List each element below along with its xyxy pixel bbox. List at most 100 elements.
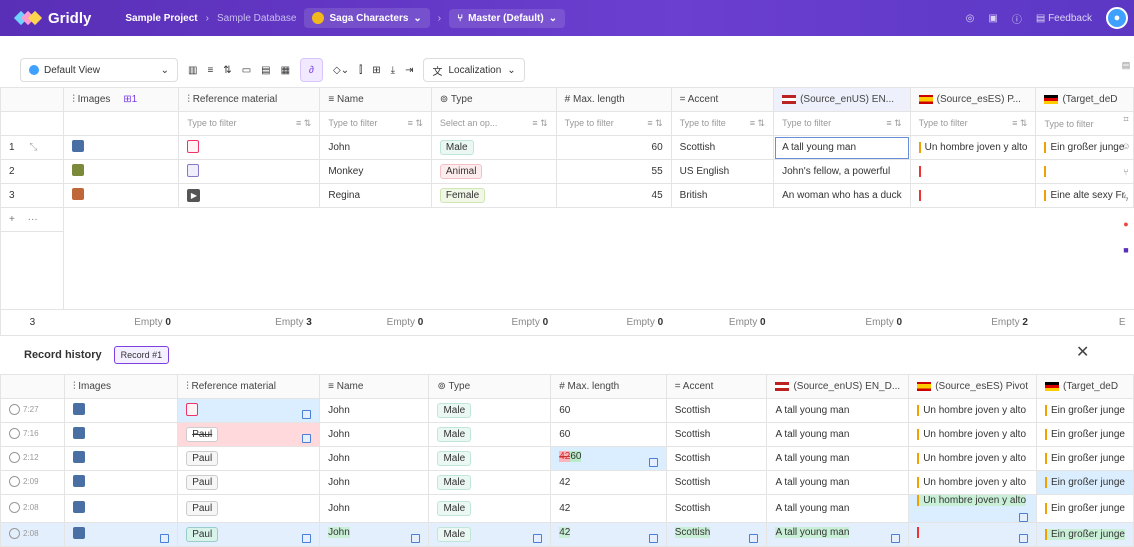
table-row[interactable]: 1 ⤡ John Male 60 Scottish A tall young m… (0, 135, 1134, 160)
cell-en[interactable]: John's fellow, a powerful (773, 159, 911, 184)
cell-en[interactable]: An woman who has a duck (773, 183, 911, 208)
filter-input[interactable]: Type to filter (328, 118, 377, 129)
table-row[interactable]: 2 Monkey Animal 55 US English John's fel… (0, 159, 1134, 184)
image-thumbnail[interactable] (72, 451, 85, 463)
filter-input[interactable]: Type to filter (919, 118, 968, 129)
filter-sort-icon[interactable]: ≡ ⇅ (750, 118, 765, 129)
user-avatar[interactable]: ● (1106, 7, 1128, 29)
column-width-icon[interactable]: ⫿ (359, 65, 362, 76)
cell-de[interactable]: Eine alte sexy Fr (1035, 183, 1134, 208)
cell-maxlength[interactable]: 60 (555, 135, 672, 160)
image-thumbnail[interactable] (72, 140, 85, 152)
localization-button[interactable]: 文 Localization ⌄ (423, 58, 525, 82)
cell-type[interactable]: Animal (430, 159, 557, 184)
column-header-es[interactable]: (Source_esES) P... (909, 87, 1037, 112)
close-icon[interactable]: ✕ (1076, 342, 1089, 362)
feedback-button[interactable]: ▤ Feedback (1036, 13, 1092, 24)
filter-sort-icon[interactable]: ≡ ⇅ (408, 118, 423, 129)
cell-es[interactable] (909, 183, 1037, 208)
branch-selector[interactable]: ⑂ Master (Default) ⌄ (449, 8, 566, 28)
download-icon[interactable]: ⤓ (391, 65, 395, 76)
cell-es[interactable]: Un hombre joven y alto (909, 135, 1037, 160)
column-header-en[interactable]: (Source_enUS) EN... (773, 87, 911, 112)
filter-sort-icon[interactable]: ≡ ⇅ (1012, 118, 1027, 129)
history-row[interactable]: 7:27 John Male 60 Scottish A tall young … (0, 398, 1134, 423)
link-tool-button[interactable]: ∂ (300, 58, 323, 82)
expand-icon[interactable]: ⤡ (29, 142, 37, 153)
video-icon[interactable]: ▶ (187, 189, 201, 202)
import-icon[interactable]: ⇥ (405, 65, 413, 76)
cell-accent[interactable]: British (670, 183, 775, 208)
add-icon[interactable]: ⊞ (372, 65, 380, 76)
filter-sort-icon[interactable]: ≡ ⇅ (647, 118, 662, 129)
row-height-icon[interactable]: ▤ (261, 65, 270, 76)
history-row[interactable]: 2:09 Paul John Male 42 Scottish A tall y… (0, 470, 1134, 495)
cell-name[interactable]: John (319, 135, 432, 160)
help-icon[interactable]: ⓘ (1012, 11, 1022, 26)
document-icon[interactable] (187, 163, 200, 177)
document-icon[interactable] (187, 139, 200, 153)
column-header-reference[interactable]: ⫶ Reference material (178, 87, 321, 112)
filter-sort-icon[interactable]: ≡ ⇅ (296, 118, 311, 129)
panel-icon[interactable]: ▤ (1122, 60, 1131, 71)
image-thumbnail[interactable] (72, 403, 85, 415)
column-header-maxlength[interactable]: # Max. length (555, 87, 672, 112)
column-header-accent[interactable]: = Accent (670, 87, 775, 112)
history-row[interactable]: 2:08 Paul John Male 42 Scottish A tall y… (0, 494, 1134, 523)
filter-input[interactable]: Type to filte (680, 118, 726, 129)
filter-input[interactable]: Type to filter (1044, 119, 1093, 129)
filter-sort-icon[interactable]: ≡ ⇅ (886, 118, 901, 129)
gridly-logo[interactable]: Gridly (13, 10, 91, 27)
image-thumbnail[interactable] (72, 526, 85, 539)
image-thumbnail[interactable] (72, 427, 85, 439)
document-icon[interactable] (186, 402, 199, 416)
filter-icon[interactable]: ≡ (207, 65, 213, 76)
fill-color-icon[interactable]: ◇⌄ (333, 65, 349, 76)
cell-name[interactable]: Regina (319, 183, 432, 208)
column-header-name[interactable]: ≡ Name (319, 87, 432, 112)
columns-icon[interactable]: ▥ (188, 65, 197, 76)
cell-name[interactable]: Monkey (319, 159, 432, 184)
image-thumbnail[interactable] (72, 501, 85, 513)
add-row-button[interactable]: + ··· (0, 207, 65, 232)
filter-sort-icon[interactable]: ≡ ⇅ (532, 118, 547, 129)
filter-input[interactable]: Type to filter (187, 118, 236, 129)
cell-accent[interactable]: US English (670, 159, 775, 184)
layout-icon[interactable]: ▣ (988, 13, 997, 24)
cell-maxlength[interactable]: 55 (555, 159, 672, 184)
view-selector[interactable]: Default View ⌄ (20, 58, 178, 82)
cell-accent[interactable]: Scottish (670, 135, 775, 160)
image-thumbnail[interactable] (72, 188, 85, 200)
filter-input[interactable]: Type to filter (565, 118, 614, 129)
column-header-de[interactable]: (Target_deD (1035, 87, 1134, 112)
history-row[interactable]: 2:08 Paul John Male 42 Scottish A tall y… (0, 522, 1134, 547)
cell-es[interactable] (909, 159, 1037, 184)
folder-icon[interactable]: ▭ (242, 65, 251, 76)
history-row[interactable]: 7:16 Paul John Male 60 Scottish A tall y… (0, 422, 1134, 447)
project-link[interactable]: Sample Project (125, 13, 197, 24)
column-header-type[interactable]: ⊚ Type (430, 87, 557, 112)
row-number[interactable]: 1 ⤡ (0, 135, 65, 160)
image-thumbnail[interactable] (72, 475, 85, 487)
table-row[interactable]: 3 ▶ Regina Female 45 British An woman wh… (0, 183, 1134, 208)
row-number[interactable]: 2 (0, 159, 65, 184)
filter-input[interactable]: Type to filter (782, 118, 831, 129)
history-row[interactable]: 2:12 Paul John Male 4260 Scottish A tall… (0, 446, 1134, 471)
cell-en[interactable]: A tall young man (773, 135, 911, 160)
freeze-icon[interactable]: ▦ (281, 65, 290, 76)
cell-type[interactable]: Male (430, 135, 557, 160)
filter-select[interactable]: Select an op... (440, 118, 498, 129)
image-count-badge[interactable]: ⊞1 (123, 94, 137, 105)
cell-de[interactable]: Ein großer junge (1035, 135, 1134, 160)
cell-de[interactable] (1035, 159, 1134, 184)
chat-icon[interactable]: ◎ (966, 13, 975, 24)
grid-selector[interactable]: Saga Characters ⌄ (304, 8, 430, 28)
sort-icon[interactable]: ⇅ (223, 65, 231, 76)
row-number[interactable]: 3 (0, 183, 65, 208)
database-link[interactable]: Sample Database (217, 13, 297, 24)
more-icon[interactable]: ··· (28, 214, 38, 225)
image-thumbnail[interactable] (72, 164, 85, 176)
cell-type[interactable]: Female (430, 183, 557, 208)
cell-maxlength[interactable]: 45 (555, 183, 672, 208)
column-header-images[interactable]: ⫶ Images ⊞1 (63, 87, 180, 112)
